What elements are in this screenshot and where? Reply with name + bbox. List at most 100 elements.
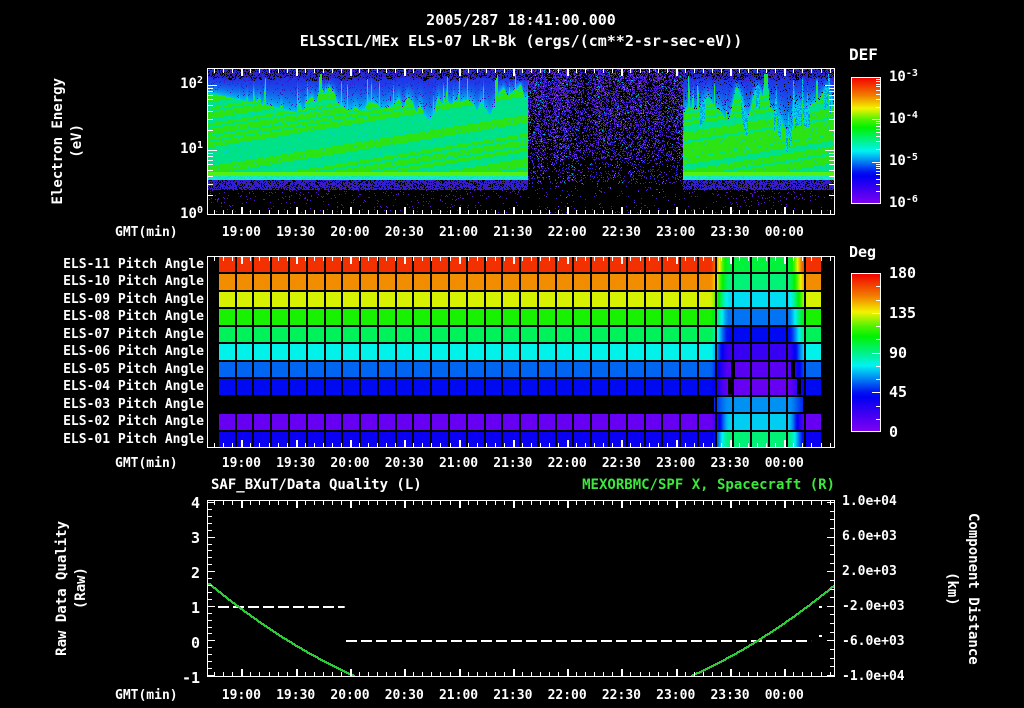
time-tick-label: 20:00 (330, 225, 370, 240)
distance-ytick-label: 6.0e+03 (842, 529, 897, 544)
ytick-exp: 1 (196, 140, 203, 151)
pitch-row-label: ELS-10 Pitch Angle (63, 274, 204, 290)
bottom-right-series-title: MEXORBMC/SPF X, Spacecraft (R) (582, 477, 835, 493)
spectrogram-ytick: 100 (148, 205, 203, 222)
spectrogram-ytick: 101 (148, 140, 203, 157)
def-colorbar-canvas (851, 77, 881, 204)
pitch-row-label: ELS-08 Pitch Angle (63, 309, 204, 325)
quality-ytick-label: 2 (190, 564, 200, 582)
quality-ylabel-text: Raw Data Quality (54, 521, 70, 656)
def-colorbar-tick: 10-4 (889, 110, 918, 127)
cb-tick-base: 10 (889, 195, 906, 211)
plot-datetime: 2005/287 18:41:00.000 (426, 11, 616, 29)
quality-distance-canvas (207, 500, 835, 677)
plot-viewer: 2005/287 18:41:00.000 ELSSCIL/MEx ELS-07… (0, 0, 1024, 708)
pitch-row-label: ELS-09 Pitch Angle (63, 291, 204, 307)
time-tick-label: 21:30 (493, 688, 533, 703)
time-tick-label: 22:00 (547, 688, 587, 703)
quality-ytick-label: 0 (190, 634, 200, 652)
def-colorbar-tick: 10-3 (889, 68, 918, 85)
quality-ytick-label: 3 (190, 529, 200, 547)
spectrogram-ylabel-units: (eV) (69, 124, 85, 158)
time-tick-label: 23:00 (656, 456, 696, 471)
distance-ylabel-text: Component Distance (965, 512, 981, 665)
pitch-row-label: ELS-06 Pitch Angle (63, 344, 204, 360)
distance-ytick-label: -1.0e+04 (842, 669, 905, 684)
cb-tick-base: 10 (889, 69, 906, 85)
bottom-left-series-title: SAF_BXuT/Data Quality (L) (211, 477, 422, 493)
pitch-row-label: ELS-05 Pitch Angle (63, 361, 204, 377)
time-tick-label: 00:00 (764, 456, 804, 471)
ytick-base: 10 (180, 141, 197, 157)
time-tick-label: 22:30 (601, 688, 641, 703)
time-tick-label: 20:30 (384, 225, 424, 240)
deg-colorbar-canvas (851, 273, 881, 432)
deg-colorbar-tick-label: 90 (889, 343, 908, 362)
cb-tick-exp: -3 (905, 68, 918, 79)
time-tick-label: 20:30 (384, 688, 424, 703)
time-tick-label: 22:30 (601, 225, 641, 240)
cb-tick-base: 10 (889, 153, 906, 169)
deg-colorbar-tick-label: 180 (889, 264, 917, 282)
cb-tick-base: 10 (889, 111, 906, 127)
time-tick-label: 19:00 (221, 688, 261, 703)
spectrogram-ylabel: Electron Energy (eV) (50, 66, 85, 216)
time-tick-label: 23:00 (656, 688, 696, 703)
ytick-exp: 2 (196, 75, 203, 86)
time-tick-label: 23:30 (710, 456, 750, 471)
pitch-row-label: ELS-11 Pitch Angle (63, 257, 204, 272)
pitch-row-label: ELS-07 Pitch Angle (63, 326, 204, 342)
distance-ylabel: (km) Component Distance (944, 500, 981, 677)
time-tick-label: 19:30 (276, 688, 316, 703)
energy-spectrogram-canvas (207, 68, 835, 215)
distance-ylabel-units: (km) (944, 571, 960, 606)
distance-ytick-label: -6.0e+03 (842, 634, 905, 649)
time-tick-label: 19:30 (276, 225, 316, 240)
time-tick-label: 20:00 (330, 456, 370, 471)
time-tick-label: 19:00 (221, 225, 261, 240)
time-tick-label: 19:30 (276, 456, 316, 471)
quality-ytick-label: 1 (190, 599, 200, 617)
deg-colorbar-tick-label: 135 (889, 303, 917, 322)
time-tick-label: 00:00 (764, 688, 804, 703)
time-tick-label: 19:00 (221, 456, 261, 471)
pitch-row-label: ELS-02 Pitch Angle (63, 414, 204, 430)
quality-ytick-label: -1 (181, 669, 200, 687)
time-tick-label: 21:00 (438, 456, 479, 471)
quality-ylabel: Raw Data Quality (Raw) (54, 500, 89, 677)
def-colorbar-tick: 10-6 (889, 194, 918, 211)
distance-ytick-label: 1.0e+04 (842, 494, 897, 509)
deg-colorbar-tick-label: 0 (889, 423, 899, 441)
ytick-exp: 0 (196, 205, 203, 216)
time-tick-label: 22:30 (601, 456, 641, 471)
spectrogram-ytick: 102 (148, 75, 203, 92)
deg-colorbar-tick-label: 45 (889, 383, 908, 402)
plot-title: ELSSCIL/MEx ELS-07 LR-Bk (ergs/(cm**2-sr… (299, 32, 743, 50)
ytick-base: 10 (180, 206, 197, 222)
time-tick-label: 21:30 (493, 456, 533, 471)
pitch-angle-canvas (207, 256, 835, 448)
time-tick-label: 20:30 (384, 456, 424, 471)
time-tick-label: 23:30 (710, 225, 750, 240)
gmt-label-middle: GMT(min) (115, 456, 178, 471)
gmt-label-top: GMT(min) (115, 225, 178, 240)
time-tick-label: 21:00 (438, 225, 479, 240)
cb-tick-exp: -5 (905, 152, 918, 163)
time-tick-label: 22:00 (547, 456, 587, 471)
gmt-label-bottom: GMT(min) (115, 688, 178, 703)
def-colorbar-tick: 10-5 (889, 152, 918, 169)
quality-ytick-label: 4 (190, 494, 200, 512)
pitch-row-label: ELS-01 Pitch Angle (63, 431, 204, 447)
time-tick-label: 21:30 (493, 225, 533, 240)
time-tick-label: 20:00 (330, 688, 370, 703)
time-tick-label: 22:00 (547, 225, 587, 240)
distance-ytick-label: -2.0e+03 (842, 599, 905, 614)
pitch-row-label: ELS-04 Pitch Angle (63, 379, 204, 395)
distance-ytick-label: 2.0e+03 (842, 564, 897, 579)
time-tick-label: 23:30 (710, 688, 750, 703)
cb-tick-exp: -6 (905, 194, 918, 205)
cb-tick-exp: -4 (905, 110, 918, 121)
quality-ylabel-units: (Raw) (73, 567, 89, 610)
ytick-base: 10 (180, 76, 197, 92)
spectrogram-ylabel-text: Electron Energy (50, 77, 66, 205)
